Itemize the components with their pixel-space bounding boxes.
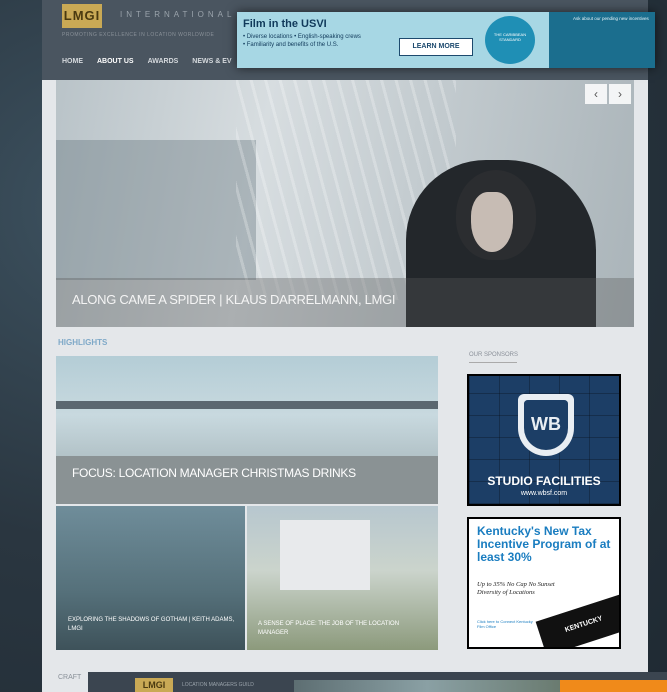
kentucky-contact: Click here to Connect Kentucky Film Offi…: [477, 619, 533, 629]
wb-title: STUDIO FACILITIES: [487, 474, 601, 488]
ad-side-text: Ask about our pending new incentives: [573, 16, 649, 21]
bottom-banner-image: [294, 680, 560, 692]
nav-home[interactable]: HOME: [62, 58, 83, 65]
highlight-tile-christmas-drinks[interactable]: [56, 356, 438, 504]
bottom-banner-accent: [560, 680, 667, 692]
nav-news-events[interactable]: NEWS & EV: [192, 58, 231, 65]
wb-sponsor-ad[interactable]: WB STUDIO FACILITIES www.wbsf.com: [467, 374, 621, 506]
site-subtitle: INTERNATIONAL: [120, 10, 236, 19]
hero-caption-bar[interactable]: ALONG CAME A SPIDER | KLAUS DARRELMANN, …: [56, 278, 634, 327]
bottom-guild-text: LOCATION MANAGERS GUILD: [182, 682, 254, 688]
tile-house: [280, 520, 370, 590]
caribbean-badge-icon: THE CARIBBEAN STANDARD: [485, 16, 535, 64]
sponsors-heading: OUR SPONSORS: [469, 352, 519, 358]
slider-controls: ‹ ›: [585, 84, 631, 104]
sponsors-divider: [469, 362, 517, 363]
ad-bullet: • Familiarity and benefits of the U.S.: [243, 42, 339, 48]
craft-heading: CRAFT: [58, 674, 82, 681]
kentucky-sponsor-ad[interactable]: Kentucky's New Tax Incentive Program of …: [467, 517, 621, 649]
highlight-caption[interactable]: EXPLORING THE SHADOWS OF GOTHAM | KEITH …: [68, 616, 238, 634]
hero-person-face: [471, 192, 513, 252]
highlight-caption[interactable]: A SENSE OF PLACE: THE JOB OF THE LOCATIO…: [258, 620, 428, 638]
highlights-heading: HIGHLIGHTS: [58, 338, 108, 347]
ad-title: Film in the USVI: [243, 18, 327, 30]
main-nav: HOME ABOUT US AWARDS NEWS & EV: [62, 58, 232, 65]
kentucky-title: Kentucky's New Tax Incentive Program of …: [477, 524, 611, 564]
badge-text: THE CARIBBEAN STANDARD: [493, 32, 527, 42]
site-logo[interactable]: LMGI: [62, 4, 102, 28]
tile-ground: [56, 456, 438, 504]
wb-url: www.wbsf.com: [520, 490, 568, 497]
hero-caption[interactable]: ALONG CAME A SPIDER | KLAUS DARRELMANN, …: [72, 292, 396, 307]
next-arrow-icon[interactable]: ›: [609, 84, 631, 104]
film-rig: [56, 401, 438, 409]
learn-more-button[interactable]: LEARN MORE: [399, 38, 473, 56]
prev-arrow-icon[interactable]: ‹: [585, 84, 607, 104]
site-tagline: PROMOTING EXCELLENCE IN LOCATION WORLDWI…: [62, 32, 215, 38]
bottom-logo: LMGI: [135, 678, 173, 692]
top-banner-ad[interactable]: Film in the USVI • Diverse locations • E…: [237, 12, 655, 68]
highlight-caption[interactable]: FOCUS: LOCATION MANAGER CHRISTMAS DRINKS: [72, 466, 356, 480]
ad-bullet: • Diverse locations • English-speaking c…: [243, 34, 361, 40]
nav-awards[interactable]: AWARDS: [148, 58, 179, 65]
wb-mark: WB: [524, 400, 568, 450]
kentucky-subtitle: Up to 35% No Cap No Sunset Diversity of …: [477, 581, 555, 596]
hero-building: [56, 140, 256, 280]
wb-shield-icon: WB: [518, 394, 574, 456]
nav-about-us[interactable]: ABOUT US: [97, 58, 134, 65]
kentucky-logo: KENTUCKY: [535, 593, 619, 647]
